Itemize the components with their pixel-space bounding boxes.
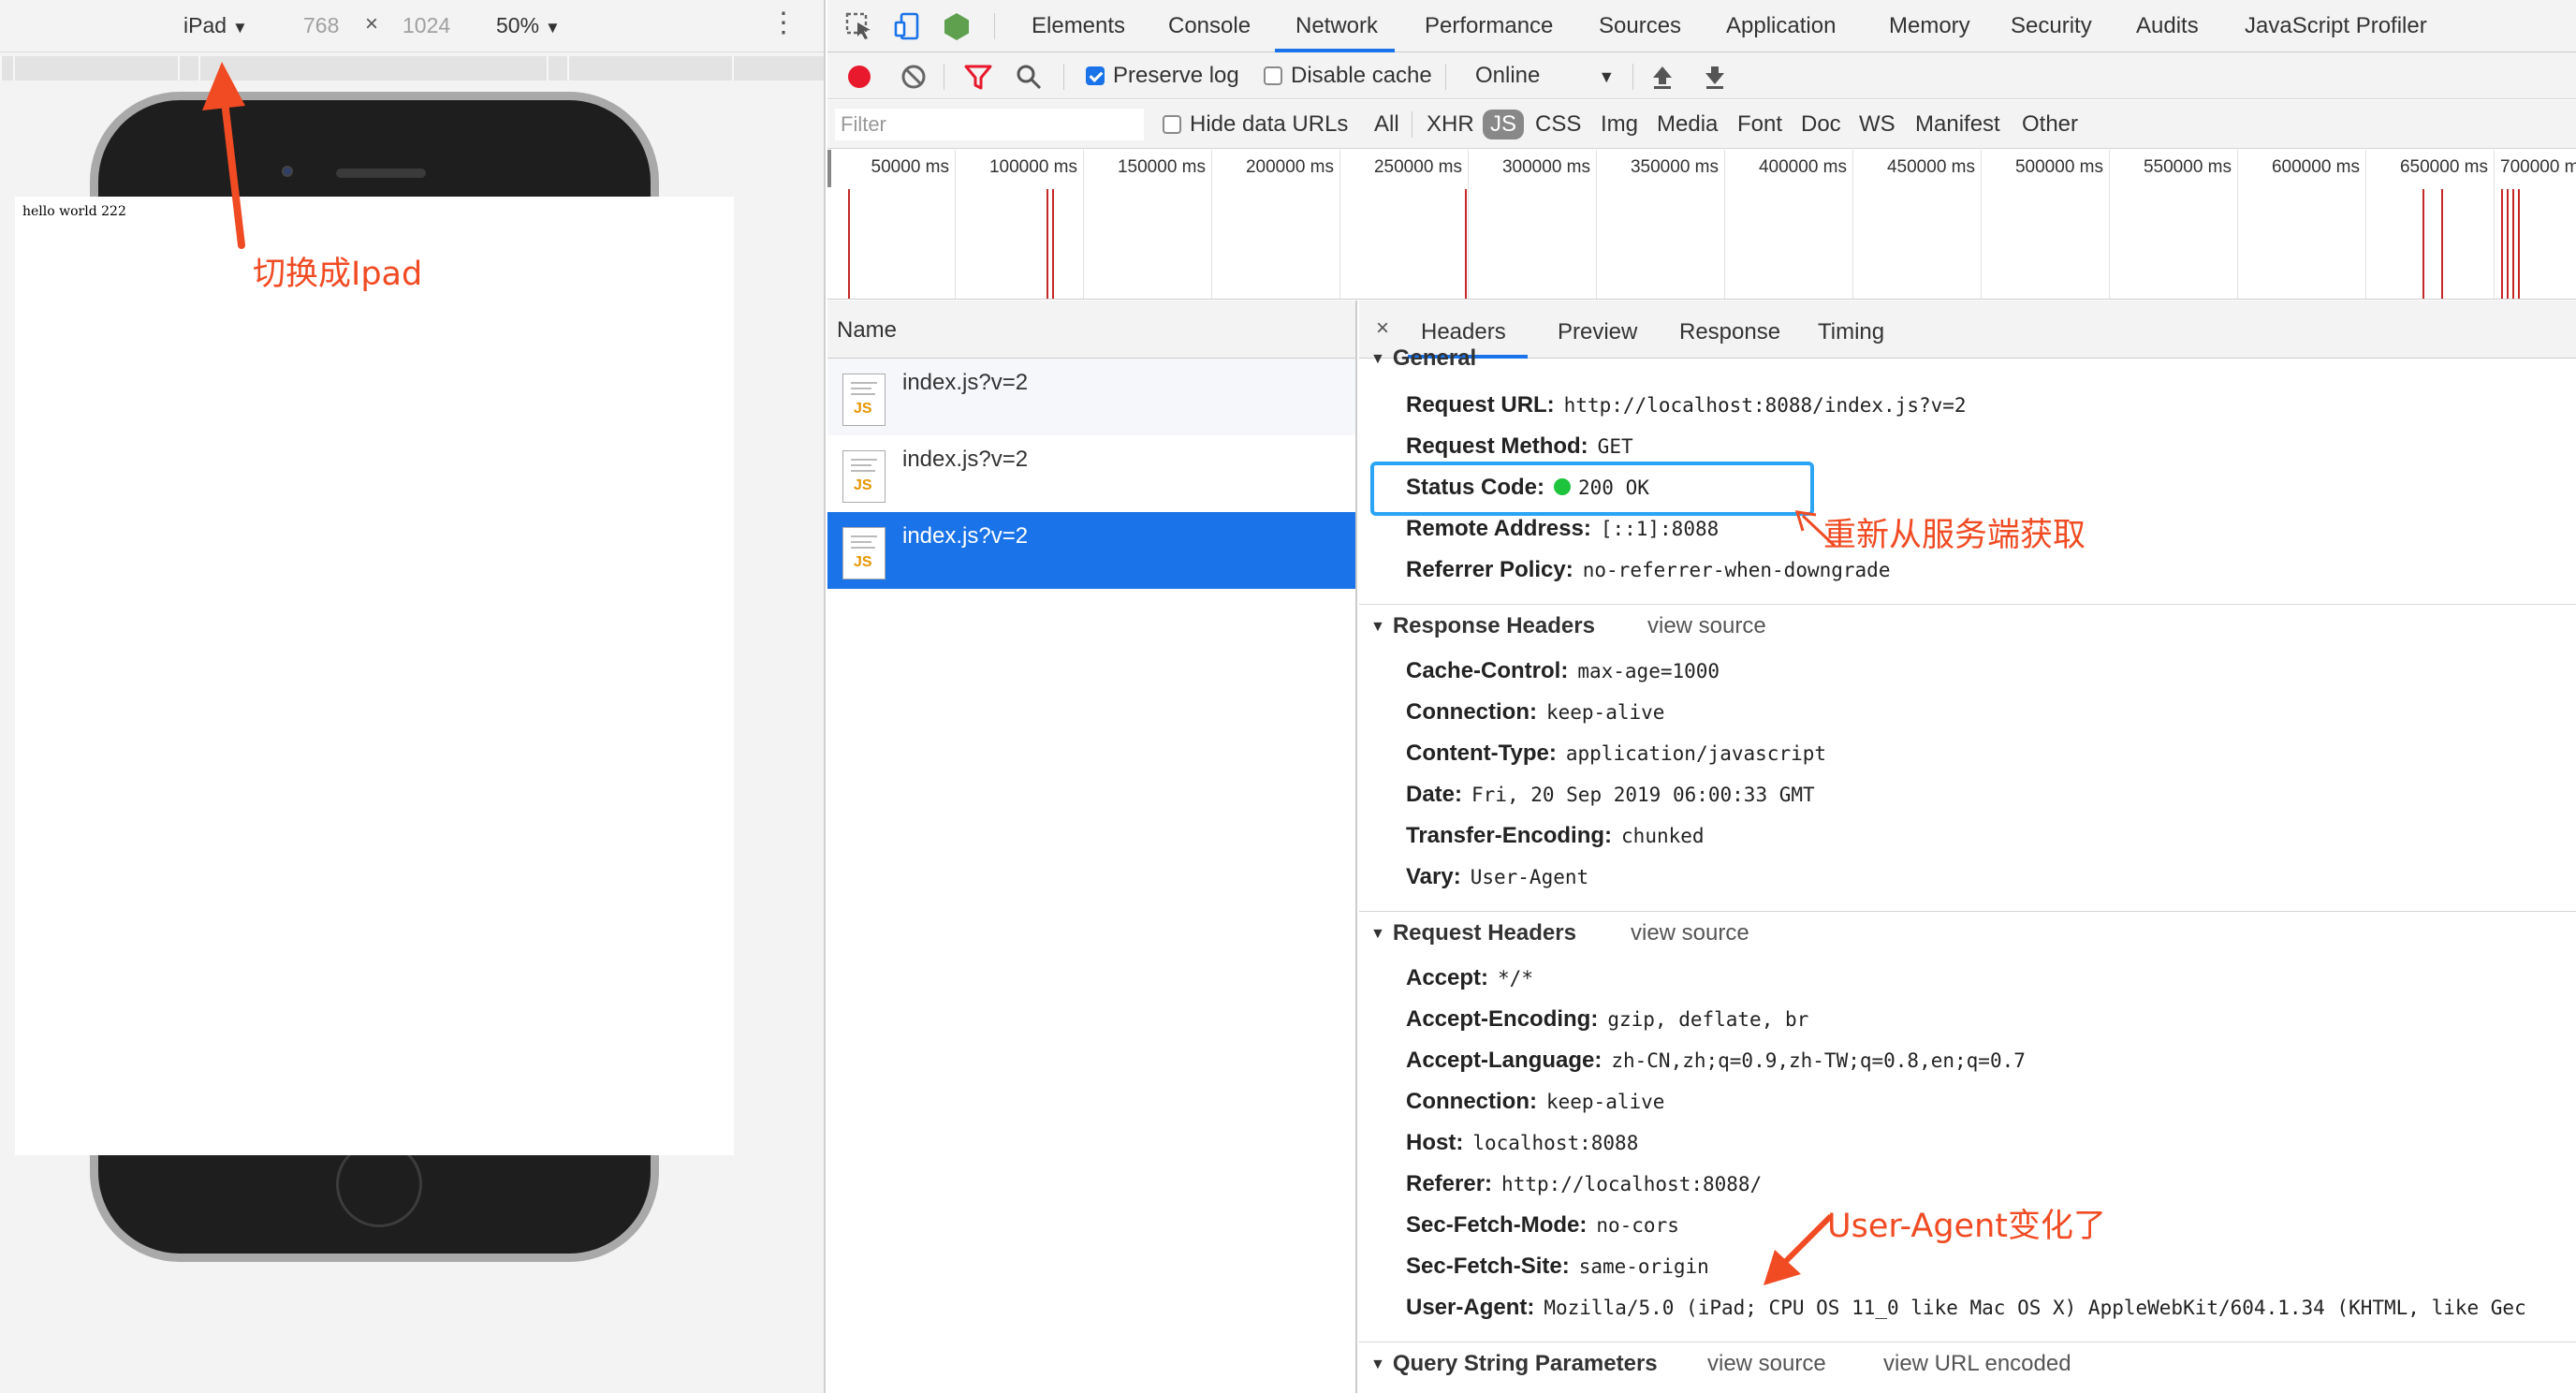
timeline-tick: 550000 ms [2110, 150, 2238, 299]
timeline-tick: 50000 ms [827, 150, 956, 299]
tab-javascript-profiler[interactable]: JavaScript Profiler [2245, 13, 2427, 39]
request-list: Name JS index.js?v=2 JS index.js?v=2 JS … [827, 301, 1357, 1393]
disable-cache-checkbox[interactable]: Disable cache [1264, 63, 1432, 89]
checkbox-unchecked-icon [1163, 115, 1181, 134]
hide-data-urls-checkbox[interactable]: Hide data URLs [1163, 111, 1348, 138]
timeline-tick: 450000 ms [1853, 150, 1982, 299]
type-filter-media[interactable]: Media [1657, 111, 1718, 138]
type-filter-doc[interactable]: Doc [1801, 111, 1841, 138]
device-emulation-pane: iPad ▼ 768 × 1024 50% ▼ ⋮ hello world 222 … [0, 0, 826, 1393]
checkbox-unchecked-icon [1264, 66, 1282, 85]
request-row[interactable]: JS index.js?v=2 [827, 359, 1355, 435]
type-filter-js[interactable]: JS [1483, 110, 1525, 139]
timeline-tick: 200000 ms [1212, 150, 1340, 299]
preserve-log-label: Preserve log [1113, 63, 1239, 88]
export-har-icon[interactable] [1702, 64, 1728, 90]
type-filter-all[interactable]: All [1374, 111, 1399, 138]
type-filter-other[interactable]: Other [2022, 111, 2078, 138]
request-row[interactable]: JS index.js?v=2 [827, 435, 1355, 512]
request-marker [1465, 189, 1467, 299]
request-name: index.js?v=2 [902, 370, 1029, 395]
timeline-tick: 400000 ms [1725, 150, 1853, 299]
annotation-refetch: 重新从服务端获取 [1823, 517, 2086, 554]
request-marker [2512, 189, 2514, 299]
tab-security[interactable]: Security [2011, 13, 2092, 39]
type-filter-manifest[interactable]: Manifest [1915, 111, 2000, 138]
devtools-main-tabbar: Elements Console Network Performance Sou… [827, 0, 2576, 52]
search-icon[interactable] [1015, 63, 1043, 91]
request-marker [2441, 189, 2443, 299]
tab-network[interactable]: Network [1295, 13, 1378, 39]
annotation-user-agent-changed: User-Agent变化了 [1827, 1208, 2106, 1245]
tab-sources[interactable]: Sources [1599, 13, 1681, 39]
inspect-element-icon[interactable] [844, 11, 874, 41]
filter-bar: Hide data URLs All XHR JS CSS Img Media … [827, 100, 2576, 149]
timeline-tick: 600000 ms [2238, 150, 2366, 299]
import-har-icon[interactable] [1649, 64, 1676, 90]
tab-elements[interactable]: Elements [1032, 13, 1125, 39]
timeline-tick: 300000 ms [1469, 150, 1597, 299]
device-viewport[interactable]: hello world 222 [15, 197, 734, 1155]
request-name: index.js?v=2 [902, 447, 1029, 472]
checkbox-checked-icon [1086, 66, 1105, 85]
column-header-name[interactable]: Name [827, 301, 1355, 359]
request-marker [2422, 189, 2424, 299]
tab-application[interactable]: Application [1726, 13, 1836, 39]
type-filter-font[interactable]: Font [1737, 111, 1782, 138]
request-row-selected[interactable]: JS index.js?v=2 [827, 512, 1355, 589]
timeline-tick: 500000 ms [1982, 150, 2110, 299]
annotation-switch-ipad: 切换成Ipad [253, 256, 423, 293]
timeline-tick: 250000 ms [1340, 150, 1469, 299]
preserve-log-checkbox[interactable]: Preserve log [1086, 63, 1239, 89]
javascript-file-icon: JS [842, 374, 886, 426]
type-filter-img[interactable]: Img [1601, 111, 1638, 138]
type-filter-css[interactable]: CSS [1535, 111, 1581, 138]
type-filter-xhr[interactable]: XHR [1427, 111, 1474, 138]
request-marker [2518, 189, 2520, 299]
timeline-tick: 100000 ms [956, 150, 1084, 299]
request-marker [2501, 189, 2503, 299]
throttling-value: Online [1475, 63, 1541, 88]
tab-memory[interactable]: Memory [1889, 13, 1970, 39]
node-hexagon-icon[interactable] [942, 11, 972, 41]
device-toolbar-icon[interactable] [893, 11, 923, 41]
javascript-file-icon: JS [842, 527, 886, 579]
tab-audits[interactable]: Audits [2136, 13, 2199, 39]
hide-data-urls-label: Hide data URLs [1190, 111, 1349, 137]
devtools-panel: Elements Console Network Performance Sou… [827, 0, 2576, 1393]
tab-console[interactable]: Console [1168, 13, 1251, 39]
chevron-down-icon: ▼ [1598, 67, 1616, 86]
network-overview-timeline[interactable]: 50000 ms 100000 ms 150000 ms 200000 ms 2… [827, 150, 2576, 300]
timeline-tick: 650000 ms [2366, 150, 2495, 299]
request-details-pane: × Headers Preview Response Timing ▼ Gener… [1359, 301, 2576, 1393]
type-filter-ws[interactable]: WS [1859, 111, 1895, 138]
request-name: index.js?v=2 [902, 523, 1029, 549]
tab-performance[interactable]: Performance [1425, 13, 1553, 39]
request-marker [1046, 189, 1048, 299]
filter-input[interactable] [835, 109, 1144, 140]
filter-icon[interactable] [964, 64, 992, 90]
disable-cache-label: Disable cache [1291, 63, 1432, 88]
network-toolbar: Preserve log Disable cache Online ▼ [827, 52, 2576, 99]
request-marker [2507, 189, 2509, 299]
request-marker [1052, 189, 1054, 299]
timeline-tick: 350000 ms [1597, 150, 1725, 299]
javascript-file-icon: JS [842, 450, 886, 503]
request-marker [848, 189, 850, 299]
throttling-select[interactable]: Online ▼ [1475, 63, 1615, 89]
clear-icon[interactable] [900, 64, 927, 90]
timeline-tick: 150000 ms [1084, 150, 1212, 299]
record-icon[interactable] [846, 64, 872, 90]
